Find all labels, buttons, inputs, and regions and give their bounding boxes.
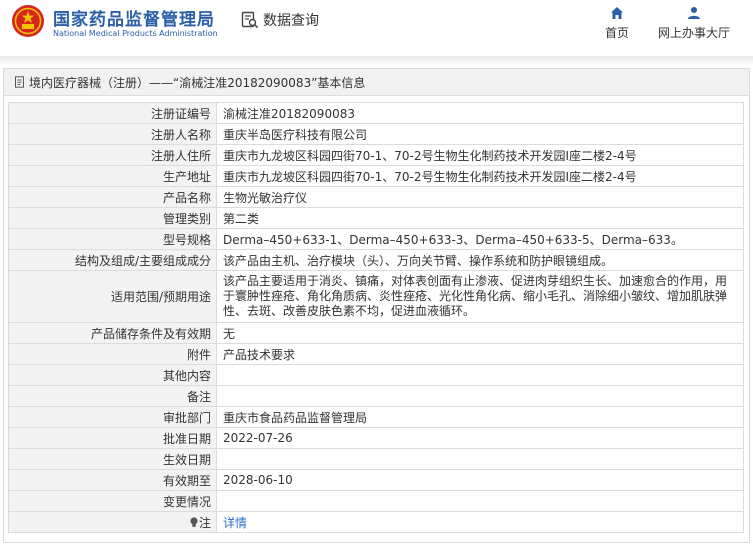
row-key: 注册人名称 [8,123,217,145]
details-link[interactable]: 详情 [223,516,247,530]
search-doc-icon [241,11,259,29]
detail-table: 注册证编号 渝械注准20182090083 注册人名称 重庆半岛医疗科技有限公司… [8,102,744,533]
table-row: 备注 [8,385,744,407]
table-row: 注 详情 [8,511,744,533]
row-value: 2022-07-26 [216,427,744,449]
row-value: 重庆市食品药品监督管理局 [216,406,744,428]
row-key: 生效日期 [8,448,217,470]
panel-title-bar: 境内医疗器械（注册）——“渝械注准20182090083”基本信息 [4,69,749,96]
row-key: 注册证编号 [8,102,217,124]
table-row: 适用范围/预期用途 该产品主要适用于消炎、镇痛，对体表创面有止渗液、促进肉芽组织… [8,270,744,323]
row-key: 型号规格 [8,228,217,250]
panel-title: 境内医疗器械（注册）——“渝械注准20182090083”基本信息 [29,75,366,90]
row-key: 适用范围/预期用途 [8,270,217,323]
table-row: 批准日期 2022-07-26 [8,427,744,449]
row-value: Derma–450+633-1、Derma–450+633-3、Derma–45… [216,228,744,250]
data-search-label: 数据查询 [263,13,319,29]
row-key: 产品名称 [8,186,217,208]
row-value [216,490,744,512]
row-key: 批准日期 [8,427,217,449]
row-value [216,364,744,386]
table-row: 审批部门 重庆市食品药品监督管理局 [8,406,744,428]
table-row: 注册人名称 重庆半岛医疗科技有限公司 [8,123,744,145]
row-key: 管理类别 [8,207,217,229]
row-value: 第二类 [216,207,744,229]
row-value: 重庆市九龙坡区科园四街70-1、70-2号生物生化制药技术开发园Ⅰ座二楼2-4号 [216,144,744,166]
header-divider [0,56,753,64]
table-row: 型号规格 Derma–450+633-1、Derma–450+633-3、Der… [8,228,744,250]
national-emblem-icon [12,5,44,37]
data-search-link[interactable]: 数据查询 [241,10,319,30]
nav-online-service-label: 网上办事大厅 [657,26,730,40]
row-value: 生物光敏治疗仪 [216,186,744,208]
table-row: 注册证编号 渝械注准20182090083 [8,102,744,124]
table-row: 生效日期 [8,448,744,470]
table-row: 注册人住所 重庆市九龙坡区科园四街70-1、70-2号生物生化制药技术开发园Ⅰ座… [8,144,744,166]
row-value-note: 详情 [216,511,744,533]
document-icon [15,76,24,88]
row-value: 该产品由主机、治疗模块（头）、万向关节臂、操作系统和防护眼镜组成。 [216,249,744,271]
row-key: 产品储存条件及有效期 [8,322,217,344]
row-value: 2028-06-10 [216,469,744,491]
table-row: 管理类别 第二类 [8,207,744,229]
nav-home[interactable]: 首页 [598,6,636,41]
row-value: 产品技术要求 [216,343,744,365]
detail-panel: 境内医疗器械（注册）——“渝械注准20182090083”基本信息 注册证编号 … [3,68,750,543]
note-key-label: 注 [198,515,211,530]
row-value [216,385,744,407]
site-title: 国家药品监督管理局 [53,10,215,30]
row-value: 无 [216,322,744,344]
site-subtitle: National Medical Products Administration [53,29,218,38]
row-value: 该产品主要适用于消炎、镇痛，对体表创面有止渗液、促进肉芽组织生长、加速愈合的作用… [216,270,744,323]
table-row: 附件 产品技术要求 [8,343,744,365]
row-key: 生产地址 [8,165,217,187]
table-row: 其他内容 [8,364,744,386]
nav-home-label: 首页 [604,26,629,40]
table-row: 产品名称 生物光敏治疗仪 [8,186,744,208]
row-key: 变更情况 [8,490,217,512]
row-key: 有效期至 [8,469,217,491]
row-value [216,448,744,470]
nav-online-service-hall[interactable]: 网上办事大厅 [654,6,734,41]
user-icon [688,7,700,19]
table-row: 产品储存条件及有效期 无 [8,322,744,344]
row-key: 审批部门 [8,406,217,428]
row-key: 注册人住所 [8,144,217,166]
row-value: 重庆半岛医疗科技有限公司 [216,123,744,145]
row-key-note: 注 [8,511,217,533]
row-key: 备注 [8,385,217,407]
table-row: 变更情况 [8,490,744,512]
note-key: 注 [189,514,211,531]
row-key: 其他内容 [8,364,217,386]
table-row: 结构及组成/主要组成成分 该产品由主机、治疗模块（头）、万向关节臂、操作系统和防… [8,249,744,271]
home-icon [611,7,623,19]
row-key: 结构及组成/主要组成成分 [8,249,217,271]
table-row: 有效期至 2028-06-10 [8,469,744,491]
row-value: 重庆市九龙坡区科园四街70-1、70-2号生物生化制药技术开发园Ⅰ座二楼2-4号 [216,165,744,187]
row-key: 附件 [8,343,217,365]
row-value: 渝械注准20182090083 [216,102,744,124]
top-header: 国家药品监督管理局 National Medical Products Admi… [0,0,753,56]
table-row: 生产地址 重庆市九龙坡区科园四街70-1、70-2号生物生化制药技术开发园Ⅰ座二… [8,165,744,187]
lightbulb-icon [190,516,198,527]
